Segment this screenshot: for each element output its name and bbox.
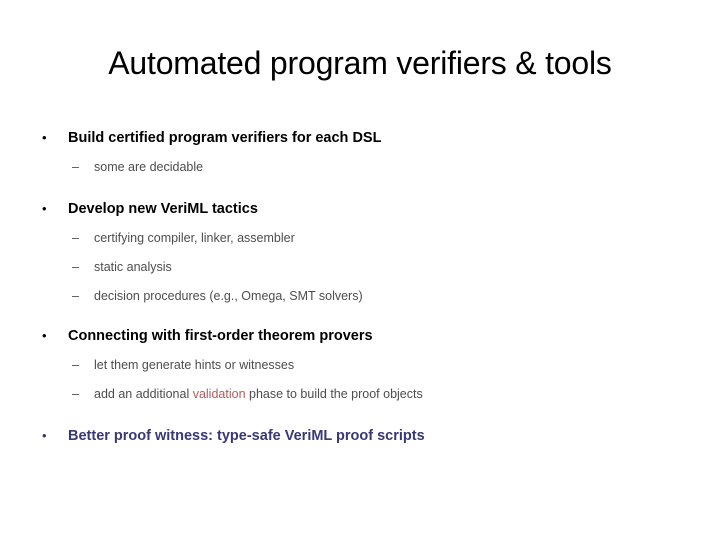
bullet-item: • Develop new VeriML tactics — [0, 199, 720, 219]
sub-bullet-item: – let them generate hints or witnesses — [0, 356, 720, 375]
bullet-item: • Build certified program verifiers for … — [0, 128, 720, 148]
bullet-text: Connecting with first-order theorem prov… — [68, 328, 373, 344]
sub-bullet-item: – add an additional validation phase to … — [0, 385, 720, 404]
sub-bullet-text: some are decidable — [94, 160, 204, 174]
sub-bullet-text: let them generate hints or witnesses — [94, 358, 295, 372]
bullet-group-2: • Develop new VeriML tactics – certifyin… — [0, 199, 720, 306]
bullet-group-4: • Better proof witness: type-safe VeriML… — [0, 426, 720, 446]
dash-marker-icon: – — [72, 231, 79, 245]
sub-bullet-item: – certifying compiler, linker, assembler — [0, 229, 720, 248]
dash-marker-icon: – — [72, 387, 79, 401]
highlight-validation: validation — [192, 387, 246, 401]
dash-marker-icon: – — [72, 260, 79, 274]
sub-bullet-text-part: add an additional — [94, 387, 193, 401]
bullet-text: Better proof witness: type-safe VeriML p… — [68, 428, 425, 444]
sub-bullet-item: – static analysis — [0, 258, 720, 277]
sub-bullet-text: certifying compiler, linker, assembler — [94, 231, 295, 245]
sub-bullet-list: – let them generate hints or witnesses –… — [0, 356, 720, 404]
bullet-marker-icon: • — [42, 328, 47, 343]
bullet-group-1: • Build certified program verifiers for … — [0, 128, 720, 177]
sub-bullet-text-part: phase to build the proof objects — [245, 387, 423, 401]
sub-bullet-list: – certifying compiler, linker, assembler… — [0, 229, 720, 306]
bullet-text: Build certified program verifiers for ea… — [68, 130, 382, 146]
bullet-item: • Better proof witness: type-safe VeriML… — [0, 426, 720, 446]
dash-marker-icon: – — [72, 358, 79, 372]
dash-marker-icon: – — [72, 289, 79, 303]
sub-bullet-text-rich: add an additional validation phase to bu… — [94, 385, 720, 404]
bullet-list: • Build certified program verifiers for … — [0, 128, 720, 448]
sub-bullet-list: – some are decidable — [0, 158, 720, 177]
slide: Automated program verifiers & tools • Bu… — [0, 0, 720, 540]
page-title: Automated program verifiers & tools — [108, 45, 612, 81]
sub-bullet-item: – some are decidable — [0, 158, 720, 177]
bullet-marker-icon: • — [42, 201, 47, 216]
bullet-group-3: • Connecting with first-order theorem pr… — [0, 326, 720, 404]
sub-bullet-text: static analysis — [94, 260, 172, 274]
bullet-marker-icon: • — [42, 428, 47, 443]
bullet-text: Develop new VeriML tactics — [68, 201, 258, 217]
bullet-marker-icon: • — [42, 130, 47, 145]
bullet-item: • Connecting with first-order theorem pr… — [0, 326, 720, 346]
sub-bullet-text: decision procedures (e.g., Omega, SMT so… — [94, 289, 363, 303]
dash-marker-icon: – — [72, 160, 79, 174]
sub-bullet-item: – decision procedures (e.g., Omega, SMT … — [0, 287, 720, 306]
